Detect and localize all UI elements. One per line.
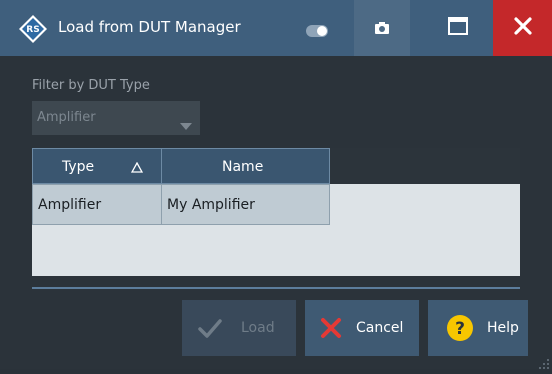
svg-text:RS: RS: [26, 25, 39, 35]
sort-ascending-icon: [130, 161, 144, 173]
close-icon: [513, 17, 532, 39]
toggle-icon[interactable]: [306, 22, 328, 37]
window-title: Load from DUT Manager: [58, 18, 241, 36]
resize-grip-icon[interactable]: [538, 355, 550, 369]
cell-text: My Amplifier: [167, 197, 255, 213]
help-button[interactable]: ? Help: [428, 300, 528, 356]
cancel-button[interactable]: Cancel: [305, 300, 419, 356]
close-button[interactable]: [493, 0, 552, 56]
maximize-button[interactable]: [430, 0, 486, 56]
dut-type-select[interactable]: Amplifier: [32, 101, 200, 135]
dut-type-select-value: Amplifier: [37, 110, 96, 125]
checkmark-icon: [196, 314, 224, 342]
cell-text: Amplifier: [38, 197, 102, 213]
maximize-icon: [448, 17, 468, 39]
cancel-button-label: Cancel: [356, 320, 404, 336]
close-x-icon: [317, 314, 345, 342]
divider: [32, 287, 520, 289]
dialog-window: RS Load from DUT Manager Filter by DUT T…: [0, 0, 552, 369]
title-bar[interactable]: RS Load from DUT Manager: [0, 0, 552, 56]
column-header-name[interactable]: Name: [161, 148, 330, 184]
rohde-schwarz-logo-icon: RS: [18, 14, 48, 44]
column-header-label: Name: [222, 159, 264, 175]
table-cell-name[interactable]: My Amplifier: [161, 184, 330, 225]
table-cell-type[interactable]: Amplifier: [32, 184, 162, 225]
filter-label: Filter by DUT Type: [32, 78, 150, 93]
screenshot-button[interactable]: [354, 0, 410, 56]
help-button-label: Help: [487, 320, 519, 336]
load-button[interactable]: Load: [182, 300, 296, 356]
camera-icon: [375, 19, 389, 38]
question-icon: ?: [446, 314, 474, 342]
dut-table[interactable]: Type Name Amplifier My Amplifier: [32, 148, 520, 276]
column-header-label: Type: [62, 159, 95, 175]
chevron-down-icon: [180, 115, 192, 130]
column-header-type[interactable]: Type: [32, 148, 162, 184]
svg-text:?: ?: [455, 319, 465, 339]
load-button-label: Load: [241, 320, 275, 336]
